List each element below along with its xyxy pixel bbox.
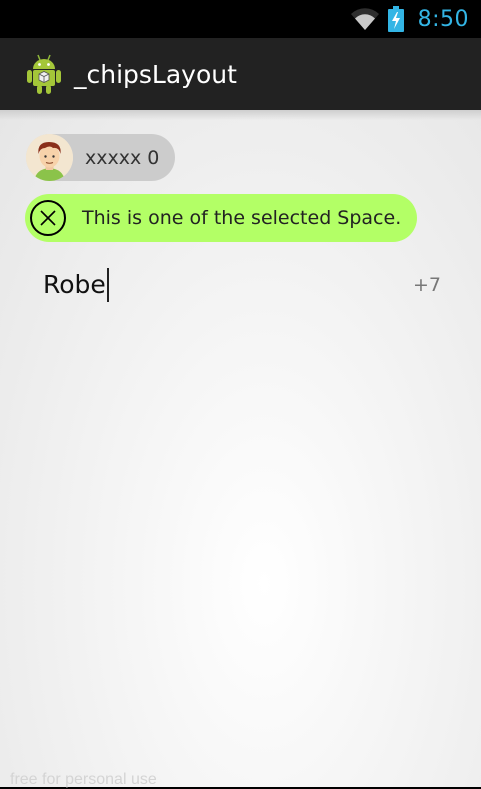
chip-search-input[interactable]: Robe +7: [43, 268, 443, 308]
close-icon[interactable]: [30, 200, 66, 236]
chips-content: xxxxx 0 This is one of the selected Spac…: [0, 110, 481, 788]
status-icons: 8:50: [350, 5, 469, 33]
watermark: free for personal use: [10, 771, 157, 788]
battery-charging-icon: [387, 6, 404, 32]
text-cursor: [106, 268, 109, 302]
app-title: _chipsLayout: [74, 59, 237, 89]
wifi-icon: [350, 8, 379, 31]
action-bar: _chipsLayout: [0, 38, 481, 111]
selected-chip-label: This is one of the selected Space.: [82, 207, 402, 229]
more-count-badge[interactable]: +7: [413, 274, 441, 296]
input-value[interactable]: Robe: [43, 268, 106, 302]
android-robot-icon[interactable]: [22, 52, 66, 96]
chip-label: xxxxx 0: [85, 146, 160, 169]
clock: 8:50: [417, 6, 469, 32]
contact-chip[interactable]: xxxxx 0: [26, 134, 175, 181]
selected-chip[interactable]: This is one of the selected Space.: [25, 194, 417, 242]
avatar-icon: [26, 134, 73, 181]
status-bar: 8:50: [0, 0, 481, 38]
